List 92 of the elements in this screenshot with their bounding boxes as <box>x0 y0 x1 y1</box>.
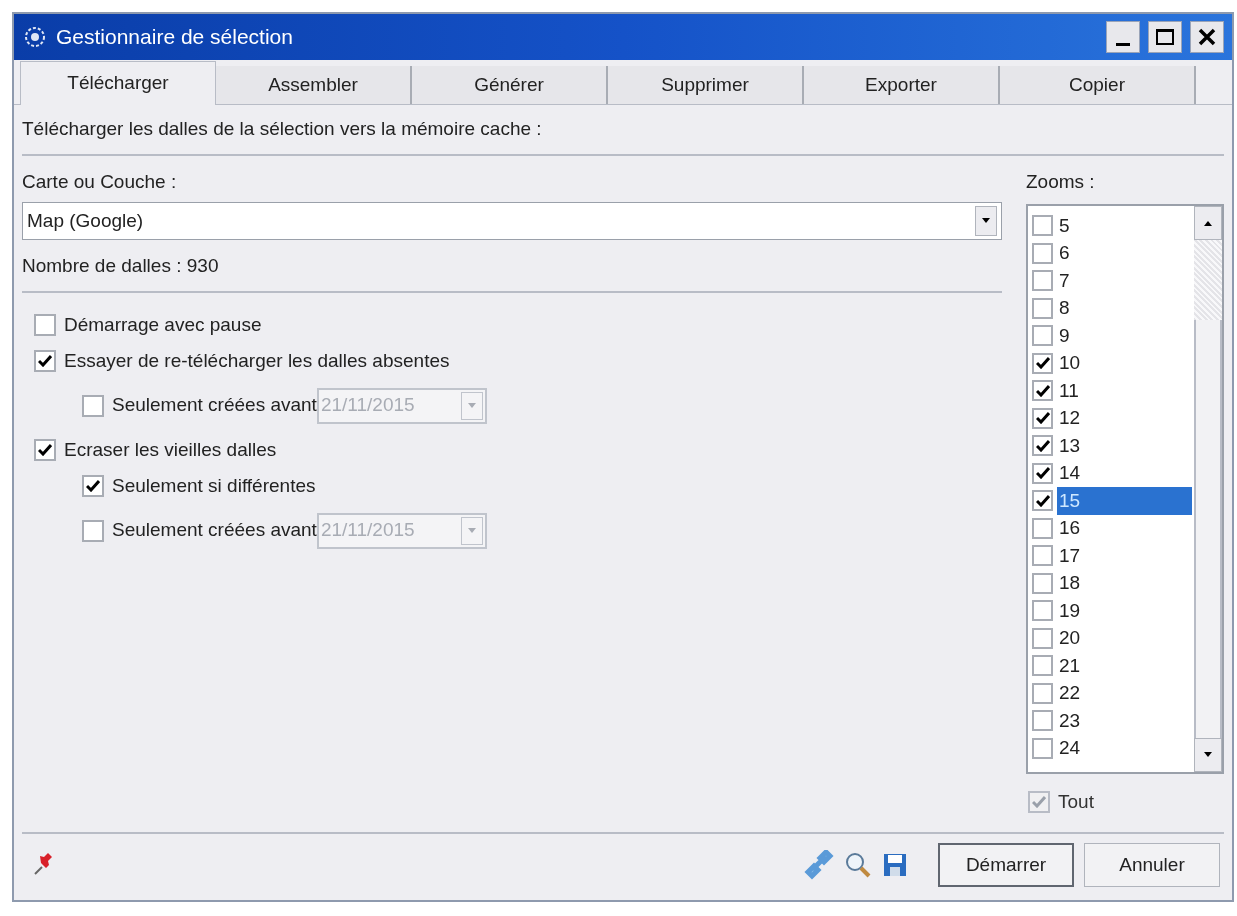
maximize-button[interactable] <box>1148 21 1182 53</box>
check-icon <box>1035 384 1050 397</box>
zoom-level-item[interactable]: 19 <box>1057 596 1192 625</box>
zoom-level-item[interactable]: 16 <box>1057 514 1192 543</box>
checkbox[interactable] <box>1032 572 1053 594</box>
option-label: Ecraser les vieilles dalles <box>64 437 277 462</box>
checkbox[interactable] <box>1032 435 1053 457</box>
check-icon <box>38 355 52 368</box>
checkbox[interactable] <box>1032 215 1053 237</box>
checkbox[interactable] <box>34 313 56 336</box>
zoom-level-item[interactable]: 14 <box>1057 459 1192 488</box>
option-label: Seulement créées avant <box>112 393 317 418</box>
checkbox[interactable] <box>1032 380 1053 402</box>
zoom-level-item[interactable]: 21 <box>1057 651 1192 680</box>
zoom-level-item[interactable]: 6 <box>1057 239 1192 268</box>
checkbox[interactable] <box>1032 490 1053 512</box>
zoom-level-item[interactable]: 5 <box>1057 211 1192 240</box>
checkbox[interactable] <box>34 350 56 373</box>
check-icon <box>38 443 52 456</box>
minimize-button[interactable] <box>1106 21 1140 53</box>
scrollbar[interactable] <box>1194 206 1222 772</box>
app-icon <box>22 24 48 50</box>
dialog-button[interactable]: Démarrer <box>938 843 1074 887</box>
check-icon <box>1035 412 1050 425</box>
caret-up-icon <box>1203 220 1213 226</box>
zoom-level-item[interactable]: 10 <box>1057 349 1192 378</box>
link-icon[interactable] <box>804 850 834 880</box>
checkbox[interactable] <box>1032 270 1053 292</box>
zoom-level-item[interactable]: 8 <box>1057 294 1192 323</box>
checkbox[interactable] <box>1032 737 1053 759</box>
option-label: Seulement créées avant <box>112 518 317 543</box>
zoom-level-item[interactable]: 23 <box>1057 706 1192 735</box>
close-icon <box>1198 28 1216 46</box>
window-title: Gestionnaire de sélection <box>56 24 293 51</box>
dialog-button[interactable]: Annuler <box>1084 843 1220 887</box>
tile-count-text: Nombre de dalles : 930 <box>22 240 1002 293</box>
check-icon <box>1035 439 1050 452</box>
check-icon <box>1035 494 1050 507</box>
checkbox[interactable] <box>1032 682 1053 704</box>
tab[interactable]: Générer <box>412 66 608 104</box>
checkbox[interactable] <box>1032 325 1053 347</box>
checkbox[interactable] <box>1032 407 1053 429</box>
zoom-level-item[interactable]: 7 <box>1057 266 1192 295</box>
scroll-thumb[interactable] <box>1194 320 1222 738</box>
zoom-level-item[interactable]: 15 <box>1057 486 1192 515</box>
save-icon[interactable] <box>882 852 908 878</box>
check-icon <box>1035 357 1050 370</box>
field-label: Carte ou Couche : <box>22 169 178 194</box>
checkbox[interactable] <box>1032 655 1053 677</box>
zoom-level-item[interactable]: 12 <box>1057 404 1192 433</box>
checkbox[interactable] <box>1032 545 1053 567</box>
zoom-level-item[interactable]: 20 <box>1057 624 1192 653</box>
zoom-level-item[interactable]: 11 <box>1057 376 1192 405</box>
close-button[interactable] <box>1190 21 1224 53</box>
field-label: Zooms : <box>1026 169 1096 194</box>
dropdown-arrow-icon <box>981 218 991 224</box>
checkbox[interactable] <box>1032 517 1053 539</box>
check-icon <box>1035 467 1050 480</box>
checkbox-label: Tout <box>1058 790 1094 814</box>
zoom-level-item[interactable]: 9 <box>1057 321 1192 350</box>
checkbox[interactable] <box>82 475 104 498</box>
scroll-up-button[interactable] <box>1194 206 1222 240</box>
checkbox[interactable] <box>34 438 56 461</box>
checkbox[interactable] <box>1032 462 1053 484</box>
caret-down-icon <box>466 402 477 409</box>
scroll-down-button[interactable] <box>1194 738 1222 772</box>
caret-down-icon <box>466 527 477 534</box>
checkbox[interactable] <box>1032 352 1053 374</box>
checkbox[interactable] <box>1032 600 1053 622</box>
check-icon <box>1032 796 1046 809</box>
check-icon <box>86 480 100 493</box>
option-label: Démarrage avec pause <box>64 312 262 337</box>
checkbox[interactable] <box>1032 627 1053 649</box>
tab[interactable]: Exporter <box>804 66 1000 104</box>
zoom-icon[interactable] <box>844 851 872 879</box>
option-label: Essayer de re-télécharger les dalles absentes <box>64 349 450 373</box>
checkbox[interactable] <box>1032 710 1053 732</box>
layer-dropdown[interactable]: Map (Google) <box>22 202 1002 240</box>
checkbox[interactable] <box>1032 242 1053 264</box>
tab[interactable]: Télécharger <box>20 61 216 105</box>
zoom-level-item[interactable]: 13 <box>1057 431 1192 460</box>
tab[interactable]: Assembler <box>216 66 412 104</box>
description-text: Télécharger les dalles de la sélection vers la mémoire cache : <box>22 105 1224 156</box>
zoom-level-item[interactable]: 17 <box>1057 541 1192 570</box>
tab[interactable]: Copier <box>1000 66 1196 104</box>
zoom-level-item[interactable]: 24 <box>1057 734 1192 763</box>
zoom-level-item[interactable]: 18 <box>1057 569 1192 598</box>
option-label: Seulement si différentes <box>112 474 316 498</box>
tab[interactable]: Supprimer <box>608 66 804 104</box>
caret-down-icon <box>1203 752 1213 758</box>
zoom-level-item[interactable]: 22 <box>1057 679 1192 708</box>
checkbox[interactable] <box>1032 297 1053 319</box>
